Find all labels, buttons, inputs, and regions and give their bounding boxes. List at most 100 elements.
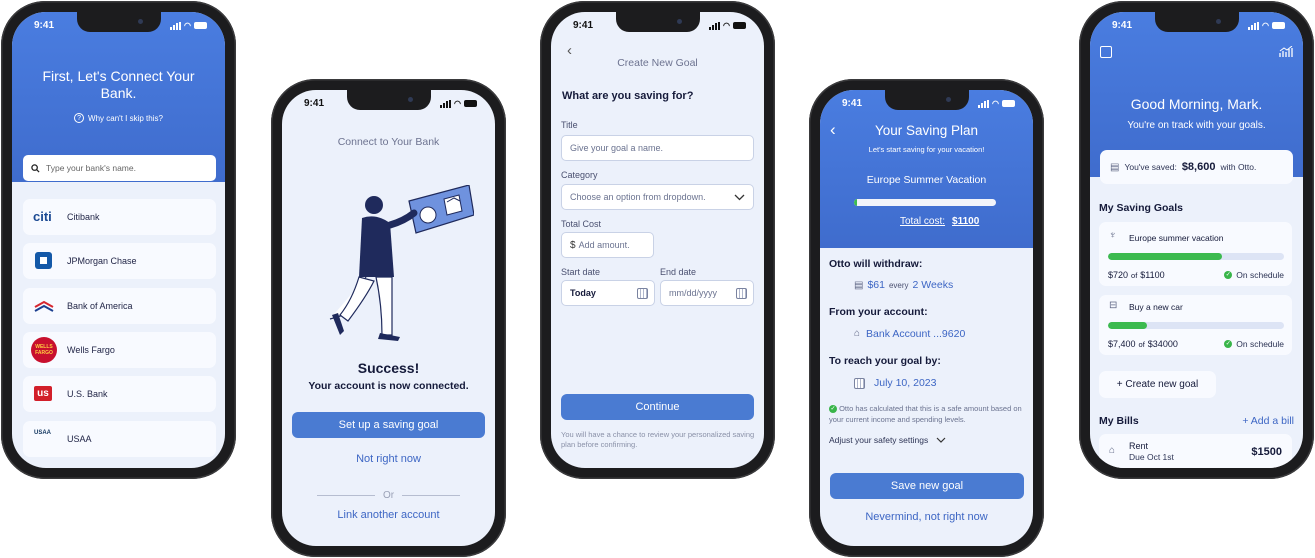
status-icons: ◠ bbox=[1248, 21, 1285, 30]
battery-icon bbox=[194, 22, 207, 29]
phone-dashboard: 9:41 ◠ Good Morning, Mark. You're on tra… bbox=[1079, 1, 1314, 479]
goal-progress-fill bbox=[1108, 253, 1223, 260]
person-with-bank-card-illustration bbox=[329, 185, 474, 341]
battery-icon bbox=[1272, 22, 1285, 29]
continue-button[interactable]: Continue bbox=[561, 394, 754, 420]
start-date-field[interactable]: Today bbox=[561, 280, 655, 306]
signal-icon bbox=[978, 99, 990, 108]
goal-of: of bbox=[1131, 271, 1138, 280]
wifi-icon: ◠ bbox=[992, 99, 999, 108]
saved-suffix: with Otto. bbox=[1220, 162, 1257, 172]
page-title: Your Saving Plan bbox=[874, 123, 979, 138]
check-circle-icon: ✓ bbox=[1224, 340, 1233, 348]
not-now-link[interactable]: Not right now bbox=[282, 453, 495, 465]
category-placeholder: Choose an option from dropdown. bbox=[570, 192, 706, 202]
phone-create-goal: 9:41 ◠ ‹ Create New Goal What are you sa… bbox=[540, 1, 775, 479]
bank-building-icon: ⌂ bbox=[1109, 445, 1116, 456]
page-header: Connect to Your Bank bbox=[337, 136, 440, 148]
goal-amounts: $720 of $1100 bbox=[1108, 270, 1165, 280]
profile-icon[interactable] bbox=[1100, 46, 1112, 58]
goals-title: My Saving Goals bbox=[1099, 202, 1184, 214]
usaa-logo-icon: USAA bbox=[34, 430, 52, 436]
category-label: Category bbox=[561, 170, 598, 180]
total-cost: Total cost: $1100 bbox=[900, 216, 979, 227]
goal-amounts: $7,400 of $34000 bbox=[1108, 339, 1178, 349]
chart-trend-icon[interactable] bbox=[1279, 46, 1293, 58]
page-header: Create New Goal bbox=[617, 57, 698, 69]
wifi-icon: ◠ bbox=[184, 21, 191, 30]
us-bank-logo-icon: us bbox=[34, 386, 52, 401]
subgreeting: You're on track with your goals. bbox=[1127, 120, 1266, 131]
create-goal-button[interactable]: + Create new goal bbox=[1099, 371, 1216, 398]
withdraw-every: every bbox=[888, 281, 909, 290]
phone-bank-search: 9:41 ◠ First, Let's Connect Your Bank. ?… bbox=[1, 1, 236, 479]
notch bbox=[76, 12, 161, 32]
goal-status-label: On schedule bbox=[1236, 270, 1284, 280]
goal-saved: $720 bbox=[1108, 270, 1129, 280]
bank-item-jpmorgan[interactable]: JPMorgan Chase bbox=[23, 243, 216, 279]
bank-item-us-bank[interactable]: us U.S. Bank bbox=[23, 376, 216, 412]
goal-card-car[interactable]: ⊟ Buy a new car $7,400 of $34000 ✓ On sc… bbox=[1099, 295, 1292, 355]
cost-field[interactable]: $ Add amount. bbox=[561, 232, 654, 258]
notch bbox=[346, 90, 431, 110]
bank-item-usaa[interactable]: USAA USAA bbox=[23, 421, 216, 457]
status-time: 9:41 bbox=[34, 20, 55, 31]
wifi-icon: ◠ bbox=[1262, 21, 1269, 30]
battery-icon bbox=[733, 22, 746, 29]
status-time: 9:41 bbox=[1112, 20, 1133, 31]
add-bill-link[interactable]: + Add a bill bbox=[1242, 415, 1294, 427]
goal-date-label: To reach your goal by: bbox=[829, 355, 941, 367]
end-date-field[interactable]: mm/dd/yyyy bbox=[660, 280, 754, 306]
coins-icon: ▤ bbox=[1110, 161, 1120, 173]
cost-placeholder: Add amount. bbox=[578, 240, 630, 250]
signal-icon bbox=[170, 21, 182, 30]
check-circle-icon: ✓ bbox=[1224, 271, 1233, 279]
page-title: First, Let's Connect Your Bank. bbox=[42, 68, 195, 101]
withdraw-row: ▤ $61 every 2 Weeks bbox=[854, 279, 953, 291]
withdraw-label: Otto will withdraw: bbox=[829, 258, 923, 270]
cancel-link[interactable]: Nevermind, not right now bbox=[820, 511, 1033, 523]
goal-name: Europe summer vacation bbox=[1129, 233, 1224, 243]
success-title: Success! bbox=[357, 360, 420, 376]
safe-note-text: Otto has calculated that this is a safe … bbox=[829, 404, 1022, 424]
phone-connect-success: 9:41 ◠ Connect to Your Bank Success! You… bbox=[271, 79, 506, 557]
total-cost-label: Total cost: bbox=[900, 216, 946, 227]
skip-help-link[interactable]: ? Why can't I skip this? bbox=[12, 113, 225, 123]
signal-icon bbox=[440, 99, 452, 108]
bank-item-citibank[interactable]: citi Citibank bbox=[23, 199, 216, 235]
goal-card-europe[interactable]: ♆ Europe summer vacation $720 of $1100 ✓… bbox=[1099, 222, 1292, 286]
title-field[interactable]: Give your goal a name. bbox=[561, 135, 754, 161]
save-goal-button[interactable]: Save new goal bbox=[830, 473, 1024, 499]
status-time: 9:41 bbox=[573, 20, 594, 31]
total-saved-card: ▤ You've saved: $8,600 with Otto. bbox=[1100, 150, 1293, 184]
end-date-placeholder: mm/dd/yyyy bbox=[669, 288, 718, 298]
skip-help-label: Why can't I skip this? bbox=[88, 113, 163, 123]
currency-prefix: $ bbox=[570, 239, 576, 251]
status-icons: ◠ bbox=[709, 21, 746, 30]
start-date-value: Today bbox=[570, 288, 596, 298]
bank-item-wells-fargo[interactable]: WELLS FARGO Wells Fargo bbox=[23, 332, 216, 368]
question-heading: What are you saving for? bbox=[562, 90, 694, 102]
bill-name: Rent bbox=[1129, 441, 1149, 451]
search-input[interactable]: Type your bank's name. bbox=[23, 155, 216, 181]
safety-settings-label: Adjust your safety settings bbox=[829, 435, 929, 445]
category-select[interactable]: Choose an option from dropdown. bbox=[561, 184, 754, 210]
start-date-label: Start date bbox=[561, 267, 601, 277]
bank-item-bank-of-america[interactable]: Bank of America bbox=[23, 288, 216, 324]
greeting: Good Morning, Mark. bbox=[1130, 96, 1263, 112]
goal-of: of bbox=[1138, 340, 1145, 349]
calendar-icon bbox=[854, 377, 865, 389]
link-another-account[interactable]: Link another account bbox=[282, 509, 495, 521]
saved-prefix: You've saved: bbox=[1124, 162, 1177, 172]
wells-fargo-logo-icon: WELLS FARGO bbox=[31, 337, 57, 363]
goal-progress-fill bbox=[1108, 322, 1147, 329]
calendar-icon bbox=[637, 288, 648, 299]
setup-goal-button[interactable]: Set up a saving goal bbox=[292, 412, 485, 438]
goal-progress-bar bbox=[854, 199, 996, 206]
bill-card-rent[interactable]: ⌂ Rent Due Oct 1st $1500 bbox=[1099, 434, 1292, 468]
safety-settings-toggle[interactable]: Adjust your safety settings bbox=[829, 435, 946, 445]
status-icons: ◠ bbox=[170, 21, 207, 30]
goal-saved: $7,400 bbox=[1108, 339, 1136, 349]
goal-name: Europe Summer Vacation bbox=[866, 174, 987, 186]
help-circle-icon: ? bbox=[74, 113, 85, 123]
